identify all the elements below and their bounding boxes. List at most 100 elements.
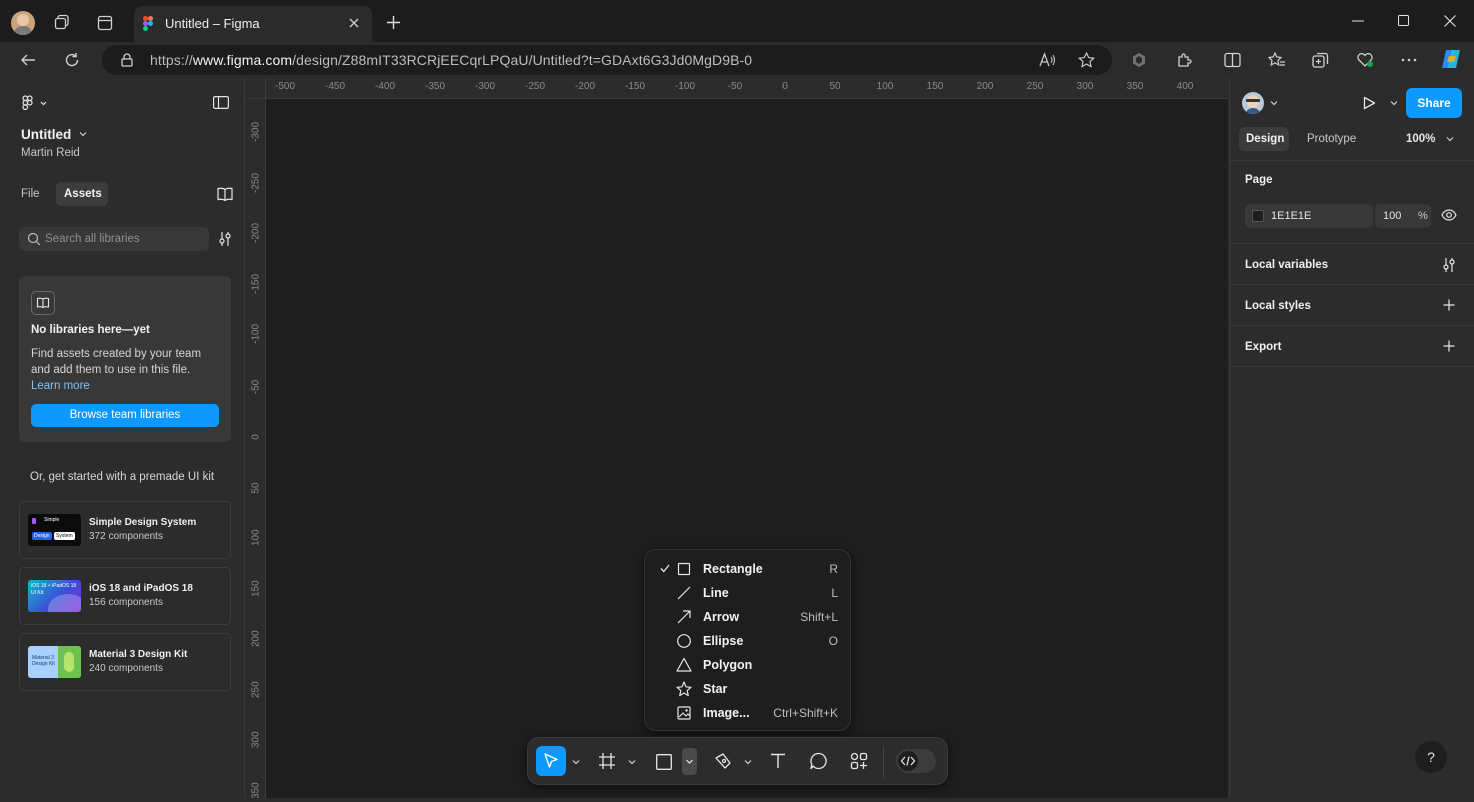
menu-item-rectangle[interactable]: Rectangle R <box>645 557 852 581</box>
main-menu-button[interactable] <box>22 95 52 111</box>
menu-item-label: Star <box>703 682 728 696</box>
extensions-puzzle-icon[interactable] <box>1176 52 1192 68</box>
read-aloud-icon[interactable] <box>1039 52 1056 68</box>
split-screen-icon[interactable] <box>1224 52 1241 68</box>
more-options-icon[interactable] <box>1401 58 1417 62</box>
shape-tools-menu: Rectangle R Line L Arrow Shift+L Ellipse O Polyg… <box>644 549 851 731</box>
ruler-tick-label: 400 <box>1176 81 1194 92</box>
ui-kit-card[interactable]: iOS 18 + iPadOS 18 UI Kit iOS 18 and iPa… <box>19 567 231 625</box>
menu-item-image[interactable]: Image... Ctrl+Shift+K <box>645 701 852 725</box>
ruler-tick-label: -200 <box>574 81 596 92</box>
local-variables-title[interactable]: Local variables <box>1245 259 1328 271</box>
tab-actions-icon[interactable] <box>97 15 113 31</box>
file-name[interactable]: Untitled <box>21 127 71 142</box>
minimize-icon[interactable] <box>1352 20 1364 22</box>
browser-toolbar: https://www.figma.com/design/Z88mIT33RCR… <box>0 42 1474 78</box>
tab-assets[interactable]: Assets <box>56 182 108 206</box>
chevron-down-icon[interactable] <box>572 759 580 765</box>
left-panel: Untitled Martin Reid File Assets Search … <box>6 78 245 798</box>
refresh-icon[interactable] <box>64 52 80 68</box>
page-color-field[interactable]: 1E1E1E <box>1245 204 1373 228</box>
learn-more-link[interactable]: Learn more <box>31 380 90 392</box>
thumb-text: Design Kit <box>32 661 55 667</box>
bottom-toolbar <box>527 737 948 785</box>
ui-kit-name: iOS 18 and iPadOS 18 <box>89 583 193 594</box>
help-button[interactable]: ? <box>1415 741 1447 773</box>
file-owner: Martin Reid <box>21 147 80 159</box>
menu-item-line[interactable]: Line L <box>645 581 852 605</box>
dev-mode-code-icon <box>898 751 918 771</box>
maximize-icon[interactable] <box>1398 15 1409 26</box>
favorites-icon[interactable] <box>1268 52 1286 68</box>
chevron-down-icon[interactable] <box>744 759 752 765</box>
pen-tool-icon[interactable] <box>714 752 732 770</box>
browser-tab[interactable]: Untitled – Figma <box>134 6 372 42</box>
page-section-title: Page <box>1245 174 1273 186</box>
shape-menu-chevron-button[interactable] <box>682 748 697 775</box>
close-window-icon[interactable] <box>1444 15 1456 27</box>
copilot-icon[interactable] <box>1440 48 1462 70</box>
library-book-icon[interactable] <box>217 187 233 201</box>
zoom-level[interactable]: 100% <box>1406 133 1435 145</box>
filter-icon[interactable] <box>218 231 232 247</box>
chevron-down-icon[interactable] <box>628 759 636 765</box>
lock-icon[interactable] <box>121 53 133 67</box>
close-tab-icon[interactable] <box>348 17 360 29</box>
ui-kit-card[interactable]: Material 3 Design Kit Material 3 Design … <box>19 633 231 691</box>
menu-item-label: Image... <box>703 706 750 720</box>
comment-tool-icon[interactable] <box>810 752 828 770</box>
ui-kit-card[interactable]: Simple Design System Simple Design Syste… <box>19 501 231 559</box>
menu-item-arrow[interactable]: Arrow Shift+L <box>645 605 852 629</box>
chevron-down-icon[interactable] <box>1390 100 1398 106</box>
user-avatar[interactable] <box>1242 92 1264 114</box>
ruler-tick-label: -150 <box>624 81 646 92</box>
add-export-icon[interactable] <box>1443 340 1455 352</box>
menu-item-polygon[interactable]: Polygon <box>645 653 852 677</box>
page-opacity-field[interactable]: 100 % <box>1375 204 1431 228</box>
menu-item-star[interactable]: Star <box>645 677 852 701</box>
menu-item-label: Ellipse <box>703 634 744 648</box>
move-tool-button[interactable] <box>536 746 566 776</box>
browse-team-libraries-button[interactable]: Browse team libraries <box>31 404 219 427</box>
panel-toggle-icon[interactable] <box>213 96 229 109</box>
dev-mode-toggle[interactable] <box>896 749 936 773</box>
workspaces-icon[interactable] <box>54 14 70 30</box>
extension-icon[interactable] <box>1131 52 1147 68</box>
ruler-tick-label: 300 <box>1076 81 1094 92</box>
chevron-down-icon[interactable] <box>1270 100 1278 106</box>
variables-settings-icon[interactable] <box>1442 257 1456 273</box>
color-swatch[interactable] <box>1252 210 1264 222</box>
chevron-down-icon[interactable] <box>79 131 87 137</box>
search-field[interactable]: Search all libraries <box>19 227 209 251</box>
menu-item-ellipse[interactable]: Ellipse O <box>645 629 852 653</box>
ruler-tick-label: 100 <box>250 529 262 546</box>
tab-design[interactable]: Design <box>1239 127 1289 151</box>
search-icon <box>27 232 41 246</box>
ruler-corner <box>246 78 266 99</box>
present-play-icon[interactable] <box>1363 96 1376 110</box>
frame-tool-icon[interactable] <box>598 752 616 770</box>
add-style-icon[interactable] <box>1443 299 1455 311</box>
tab-prototype[interactable]: Prototype <box>1307 133 1356 145</box>
rectangle-tool-icon[interactable] <box>656 754 672 770</box>
chevron-down-icon[interactable] <box>1446 136 1454 142</box>
profile-avatar[interactable] <box>11 11 35 35</box>
menu-item-shortcut: Shift+L <box>800 610 838 624</box>
ui-kit-thumbnail: Material 3 Design Kit <box>28 646 81 678</box>
text-tool-icon[interactable] <box>770 753 786 769</box>
page-color-hex[interactable]: 1E1E1E <box>1271 210 1311 222</box>
address-bar[interactable]: https://www.figma.com/design/Z88mIT33RCR… <box>102 45 1112 75</box>
ruler-tick-label: -100 <box>674 81 696 92</box>
tab-file[interactable]: File <box>21 188 40 200</box>
back-icon[interactable] <box>20 52 36 68</box>
page-opacity-value[interactable]: 100 <box>1383 210 1401 222</box>
share-button[interactable]: Share <box>1406 88 1462 118</box>
browser-essentials-icon[interactable] <box>1356 52 1374 68</box>
thumb-text: iOS 18 + iPadOS 18 <box>31 583 77 589</box>
actions-components-icon[interactable] <box>850 752 868 770</box>
empty-heading: No libraries here—yet <box>31 324 150 336</box>
collections-icon[interactable] <box>1312 52 1329 68</box>
favorite-star-icon[interactable] <box>1078 52 1095 68</box>
new-tab-icon[interactable] <box>386 15 401 30</box>
visibility-eye-icon[interactable] <box>1441 209 1457 221</box>
